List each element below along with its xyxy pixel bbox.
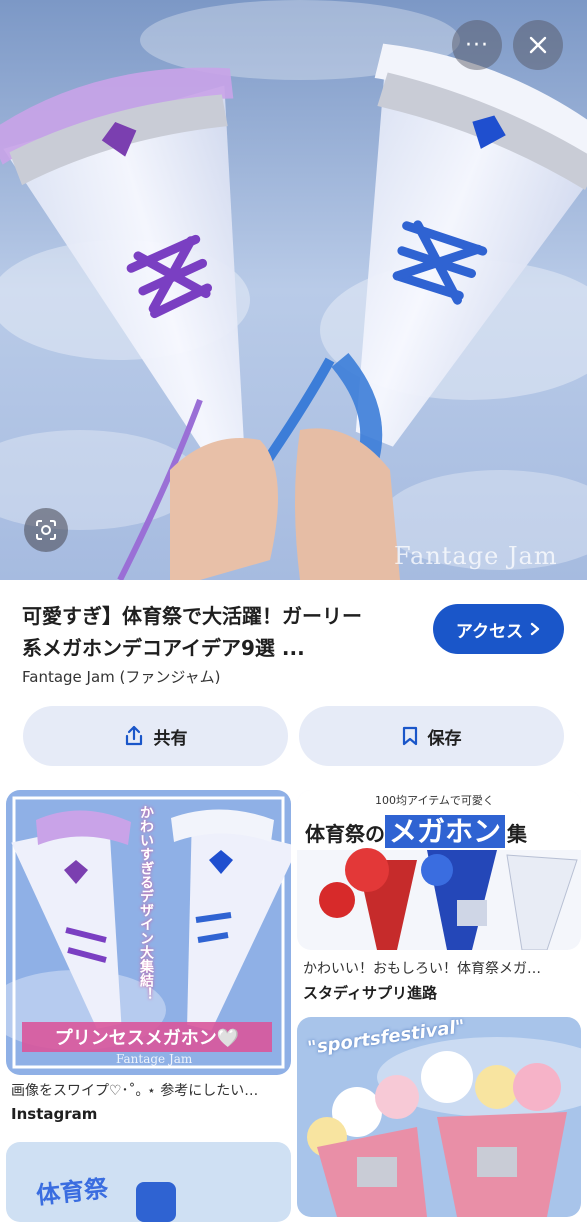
bookmark-icon	[402, 726, 417, 746]
card-overlay-title-c: 集	[507, 822, 528, 846]
related-image-card[interactable]: 体育祭	[6, 1142, 291, 1222]
lens-search-button[interactable]	[24, 508, 68, 552]
lens-icon	[36, 520, 56, 540]
card-overlay-vertical: かわいすぎるデザイン大集結！	[138, 805, 154, 1001]
card-watermark: Fantage Jam	[116, 1052, 193, 1066]
related-image-card[interactable]: "sportsfestival"	[297, 1017, 581, 1217]
card-overlay-title-a: 体育祭の	[305, 822, 385, 846]
card-overlay-banner: プリンセスメガホン🤍	[54, 1028, 240, 1049]
share-label: 共有	[153, 728, 188, 749]
related-image-card[interactable]: かわいすぎるデザイン大集結！ プリンセスメガホン🤍 Fantage Jam	[6, 790, 291, 1075]
card-source: スタディサプリ進路	[303, 984, 437, 1002]
save-button[interactable]: 保存	[299, 706, 564, 766]
card-overlay-title: 体育祭の メガホン集	[305, 810, 527, 850]
access-label: アクセス	[455, 621, 524, 642]
result-title-line-1: 可愛すぎ】体育祭で大活躍！ガーリー	[22, 604, 362, 628]
card-overlay-top: 100均アイテムで可愛く	[375, 794, 494, 807]
close-icon	[529, 36, 547, 54]
card-caption: 画像をスワイプ♡･˚｡ ⋆ 参考にしたい…	[11, 1083, 259, 1099]
related-image-card[interactable]: 100均アイテムで可愛く 体育祭の メガホン集	[297, 790, 581, 950]
more-options-button[interactable]: ···	[452, 20, 502, 70]
result-source: Fantage Jam (ファンジャム)	[22, 668, 221, 686]
card-overlay-text: 体育祭	[34, 1174, 110, 1210]
save-label: 保存	[427, 728, 462, 749]
hero-watermark: Fantage Jam	[394, 542, 558, 570]
card-overlay-title-b: メガホン	[385, 815, 506, 848]
access-button[interactable]: アクセス	[433, 604, 564, 654]
hero-illustration	[0, 0, 587, 580]
result-title-line-2: 系メガホンデコアイデア9選 ...	[22, 636, 305, 660]
share-icon	[125, 725, 142, 746]
more-icon: ···	[465, 32, 489, 58]
close-button[interactable]	[513, 20, 563, 70]
result-title[interactable]: 可愛すぎ】体育祭で大活躍！ガーリー 系メガホンデコアイデア9選 ...	[22, 600, 422, 664]
hero-image[interactable]: ··· Fantage Jam	[0, 0, 587, 580]
share-button[interactable]: 共有	[23, 706, 288, 766]
card-source: Instagram	[11, 1105, 98, 1123]
chevron-right-icon	[530, 622, 540, 636]
card-caption: かわいい！おもしろい！体育祭メガ…	[303, 961, 541, 977]
